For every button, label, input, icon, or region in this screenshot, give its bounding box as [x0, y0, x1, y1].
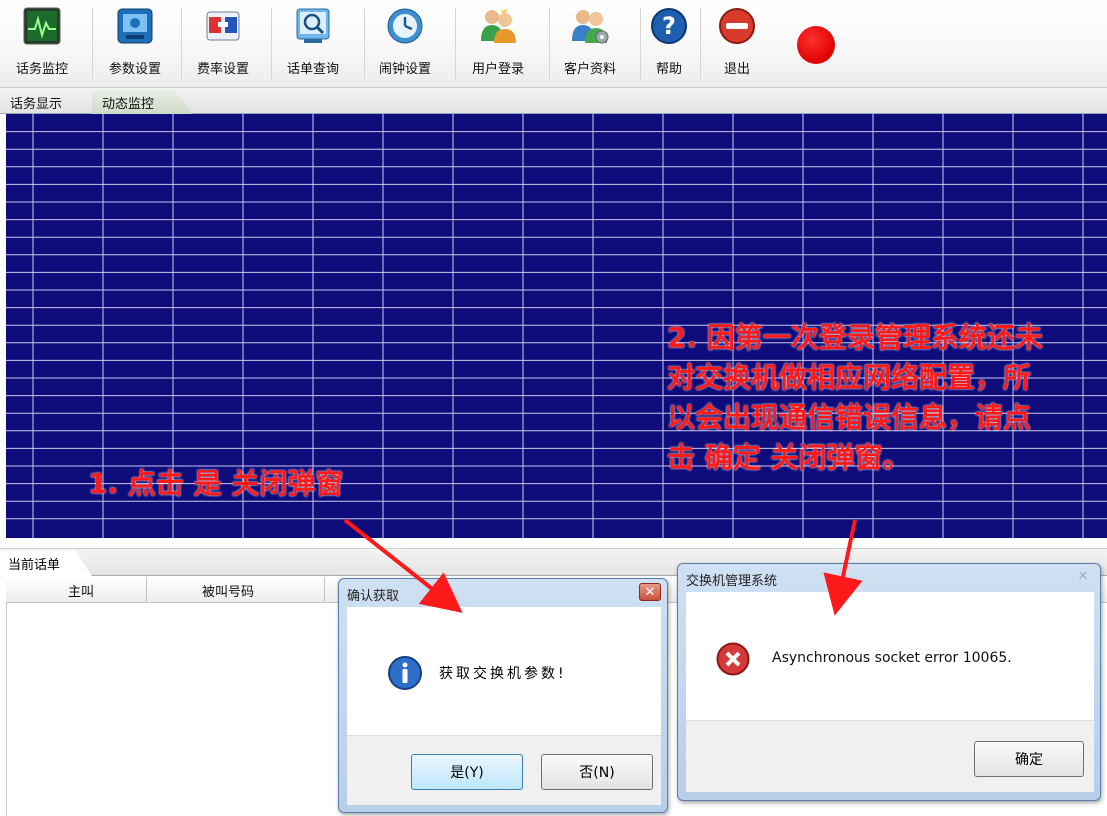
toolbar-label: 用户登录 — [471, 62, 524, 77]
tab-traffic-display[interactable]: 话务显示 — [0, 90, 92, 114]
toolbar-label: 闹钟设置 — [378, 62, 431, 77]
error-icon — [716, 642, 750, 676]
toolbar-label: 话务监控 — [15, 62, 68, 77]
toolbar-button-customers[interactable]: 客户资料 — [558, 6, 622, 86]
toolbar-button-login[interactable]: 用户登录 — [466, 6, 530, 86]
toolbar-label: 退出 — [723, 62, 750, 77]
toolbar-button-records[interactable]: 话单查询 — [282, 6, 344, 86]
toolbar-button-alarm[interactable]: 闹钟设置 — [374, 6, 436, 86]
dialog-footer: 是(Y) 否(N) — [347, 735, 661, 805]
toolbar-label: 客户资料 — [563, 62, 616, 77]
info-icon — [388, 656, 422, 690]
monitor-icon — [22, 6, 62, 46]
tab-current-records[interactable]: 当前话单 — [0, 551, 92, 576]
annotation-step-1: 1. 点击 是 关闭弹窗 — [88, 467, 344, 500]
clock-icon — [385, 6, 425, 46]
customer-icon — [570, 6, 610, 46]
column-header-caller[interactable]: 主叫 — [68, 581, 94, 600]
dialog-footer: 确定 — [686, 720, 1094, 792]
toolbar-button-help[interactable]: ? 帮助 — [648, 6, 690, 86]
toolbar: 话务监控 参数设置 费率设置 话单查询 闹钟设置 用户登录 客户资料 ? 帮助 … — [0, 0, 1107, 88]
settings-screen-icon — [115, 6, 155, 46]
ok-button[interactable]: 确定 — [974, 741, 1084, 777]
close-button[interactable]: ✕ — [1072, 568, 1094, 586]
toolbar-label: 费率设置 — [196, 62, 249, 77]
user-login-icon — [478, 6, 518, 46]
toolbar-button-rate[interactable]: 费率设置 — [192, 6, 254, 86]
close-button[interactable]: ✕ — [639, 583, 661, 601]
dialog-title: 确认获取 — [347, 589, 400, 604]
record-dot-icon — [797, 26, 835, 64]
dialog-message: Asynchronous socket error 10065. — [772, 650, 1012, 666]
toolbar-label: 话单查询 — [286, 62, 339, 77]
search-record-icon — [293, 6, 333, 46]
tab-dynamic-monitor[interactable]: 动态监控 — [92, 90, 192, 114]
yes-button[interactable]: 是(Y) — [411, 754, 523, 790]
toolbar-button-exit[interactable]: 退出 — [712, 6, 762, 86]
rate-icon — [203, 6, 243, 46]
view-tabs: 话务显示 动态监控 — [0, 88, 1107, 114]
toolbar-button-monitor[interactable]: 话务监控 — [14, 6, 70, 86]
help-icon: ? — [649, 6, 689, 46]
dialog-message: 获取交换机参数! — [439, 666, 567, 682]
annotation-step-2: 2. 因第一次登录管理系统还未对交换机做相应网络配置，所以会出现通信错误信息，请… — [667, 321, 1043, 474]
toolbar-label: 帮助 — [655, 62, 682, 77]
dialog-body: 获取交换机参数! — [347, 607, 661, 735]
toolbar-button-params[interactable]: 参数设置 — [104, 6, 166, 86]
dialog-title: 交换机管理系统 — [686, 574, 778, 589]
toolbar-label: 参数设置 — [108, 62, 161, 77]
error-dialog: 交换机管理系统 ✕ Asynchronous socket error 1006… — [677, 563, 1101, 801]
column-header-callee[interactable]: 被叫号码 — [202, 581, 254, 600]
svg-text:?: ? — [662, 12, 676, 40]
confirm-dialog: 确认获取 ✕ 获取交换机参数! 是(Y) 否(N) — [338, 578, 668, 813]
no-button[interactable]: 否(N) — [541, 754, 653, 790]
exit-icon — [717, 6, 757, 46]
